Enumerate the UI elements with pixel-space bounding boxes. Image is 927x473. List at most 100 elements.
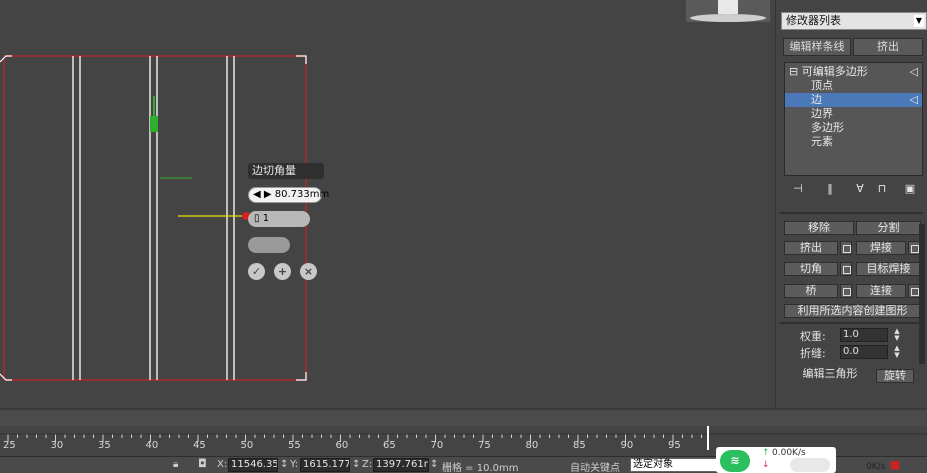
wifi-icon: ≋ [720,450,750,472]
stack-item-label: 边界 [811,107,833,120]
weight-field[interactable]: 1.0 [840,328,888,342]
chamfer-amount-value: 80.733mm [274,189,330,200]
absolute-mode-icon[interactable]: ◘ [198,457,207,470]
x-coordinate-field[interactable]: 11546.35m [228,458,278,472]
ruler-tick-label: 40 [145,440,159,451]
stack-item-border[interactable]: 边界 [785,107,922,121]
up-arrow-icon: ↑ [762,448,770,458]
pin-icon[interactable]: ◁ [910,65,918,79]
modifier-list-dropdown[interactable]: 修改器列表 ▼ [781,12,927,30]
apply-plus-icon[interactable]: + [274,263,291,280]
stack-item-edge[interactable]: 边 ◁ [785,93,922,107]
speed-bar [790,458,830,472]
ruler-tick-label: 75 [478,440,491,451]
create-shape-button[interactable]: 利用所选内容创建图形 [784,304,921,318]
lock-icon[interactable]: 🔒︎ [173,459,178,470]
ruler-tick-label: 25 [3,440,16,451]
segments-field[interactable]: ▯ 1 [248,211,310,227]
viewport-scene[interactable] [0,0,775,408]
y-spinner-icon[interactable]: ↕ [352,459,360,470]
caddy-title: 边切角量 [248,163,324,179]
stack-item-label: 多边形 [811,121,844,134]
ruler-tick-label: 60 [335,440,349,451]
target-weld-button[interactable]: 目标焊接 [856,262,921,276]
ruler-tick-label: 95 [668,440,681,451]
make-unique-icon[interactable]: ∀ [854,182,866,196]
turn-button[interactable]: 旋转 [876,369,914,383]
chamfer-amount-field[interactable]: ◀ ▶ 80.733mm [248,187,329,203]
panel-divider [780,322,923,324]
bridge-settings-icon[interactable] [840,284,852,298]
viewport[interactable]: 边切角量 ◀ ▶ 80.733mm ▯ 1 ✓ + × [0,0,775,408]
connect-button[interactable]: 连接 [856,284,906,298]
tray-icon: ■ [890,458,901,471]
weld-button[interactable]: 焊接 [856,241,906,255]
grid-size-text: 栅格 = 10.0mm [442,463,519,473]
x-label: X: [217,459,228,470]
stack-item-label: 可编辑多边形 [801,65,868,78]
down-arrow-icon: ↓ [762,460,770,470]
ruler-tick-label: 55 [288,440,301,451]
stack-item-label: 边 [811,93,822,106]
subtab-extrude[interactable]: 挤出 [853,38,923,56]
ruler-tick-label: 35 [98,440,111,451]
stack-item-polygon[interactable]: 多边形 [785,121,922,135]
right-speed-text: 0K/s [866,462,886,472]
cancel-x-icon[interactable]: × [300,263,317,280]
arrows-icon: ◀ ▶ [253,189,275,200]
ruler-tick-label: 45 [193,440,206,451]
network-speed-text: 0.00K/s [772,448,806,458]
crease-label: 折缝: [800,347,826,360]
x-spinner-icon[interactable]: ↕ [280,459,288,470]
weight-label: 权重: [800,330,826,343]
z-spinner-icon[interactable]: ↕ [430,459,438,470]
crease-spinner-icon[interactable]: ▲ ▼ [892,345,902,359]
remove-button[interactable]: 移除 [784,221,854,235]
panel-scrollbar[interactable] [919,224,925,364]
show-end-result-icon[interactable]: ‖ [824,182,836,196]
ruler-tick-label: 90 [620,440,634,451]
caddy-options[interactable] [248,237,290,253]
stack-toolbar: ⊣ ‖ ∀ ⊓ ▣ [784,180,923,198]
modifier-stack[interactable]: ⊟ 可编辑多边形 ◁ 顶点 边 ◁ 边界 多边形 元素 [784,62,923,176]
ruler-tick-label: 65 [383,440,396,451]
ruler-tick-label: 30 [50,440,64,451]
stack-item-label: 顶点 [811,79,833,92]
z-label: Z: [362,459,373,470]
stack-item-editable-poly[interactable]: ⊟ 可编辑多边形 ◁ [785,65,922,79]
weight-spinner-icon[interactable]: ▲ ▼ [892,328,902,342]
pin-icon[interactable]: ◁ [910,93,918,107]
ok-check-icon[interactable]: ✓ [248,263,265,280]
chamfer-button[interactable]: 切角 [784,262,838,276]
stack-item-vertex[interactable]: 顶点 [785,79,922,93]
extrude-button[interactable]: 挤出 [784,241,838,255]
move-gizmo[interactable] [150,96,250,220]
ruler-tick-label: 85 [573,440,586,451]
segments-icon: ▯ [254,213,263,224]
z-coordinate-field[interactable]: 1397.761m [373,458,429,472]
auto-key-label: 自动关键点 [570,463,620,473]
y-coordinate-field[interactable]: 1615.177m [300,458,350,472]
time-slider[interactable] [0,408,927,426]
subtab-edit-spline[interactable]: 编辑样条线 [783,38,851,56]
configure-sets-icon[interactable]: ▣ [904,182,916,196]
ruler-tick-label: 50 [240,440,254,451]
y-label: Y: [290,459,299,470]
chevron-down-icon: ▼ [914,15,924,27]
split-button[interactable]: 分割 [856,221,921,235]
selection-set-dropdown[interactable]: 选定对象 [630,458,718,472]
stack-item-element[interactable]: 元素 [785,135,922,149]
panel-divider [780,212,923,214]
stack-item-label: 元素 [811,135,833,148]
ruler-tick-label: 80 [525,440,539,451]
remove-modifier-icon[interactable]: ⊓ [876,182,888,196]
ruler-tick-label: 70 [430,440,444,451]
expand-icon[interactable]: ⊟ [789,65,802,78]
chamfer-settings-icon[interactable] [840,262,852,276]
bridge-button[interactable]: 桥 [784,284,838,298]
crease-field[interactable]: 0.0 [840,345,888,359]
segments-value: 1 [262,213,270,224]
extrude-settings-icon[interactable] [840,241,852,255]
pin-stack-icon[interactable]: ⊣ [792,182,804,196]
edit-triangles-button[interactable]: 编辑三角形 [800,368,860,382]
